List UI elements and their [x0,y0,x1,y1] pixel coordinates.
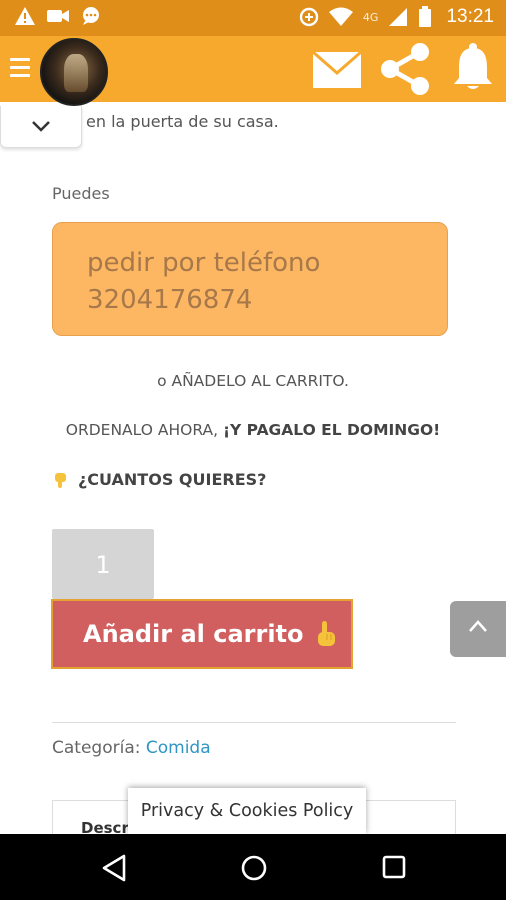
pointing-down-hand-icon [55,472,66,488]
pointing-hand-icon [317,621,335,646]
order-now-text: ORDENALO AHORA, ¡Y PAGALO EL DOMINGO! [0,421,506,439]
puedes-label: Puedes [52,184,110,203]
app-bar [0,36,506,106]
status-bar: 4G 13:21 [0,0,506,36]
back-icon[interactable] [101,854,127,882]
add-to-cart-button[interactable]: Añadir al carrito [51,599,353,669]
scroll-to-top-button[interactable] [450,601,506,657]
order-now-bold: ¡Y PAGALO EL DOMINGO! [222,421,441,439]
recent-apps-icon[interactable] [381,854,407,880]
signal-icon [389,8,408,26]
chevron-down-icon [32,121,50,132]
network-type: 4G [362,10,379,24]
phone-number: 3204176874 [87,285,253,315]
home-icon[interactable] [240,854,268,882]
category: Categoría: Comida [52,738,211,758]
avatar[interactable] [40,38,108,106]
message-icon [83,7,99,25]
privacy-policy-button[interactable]: Privacy & Cookies Policy [128,788,366,834]
warning-icon [15,7,35,25]
quantity-input[interactable]: 1 [52,529,154,599]
order-now-prefix: ORDENALO AHORA, [65,421,223,439]
divider [52,722,456,723]
camera-icon [47,10,69,22]
mail-icon[interactable] [312,51,362,89]
add-to-cart-label: Añadir al carrito [83,620,304,648]
category-link[interactable]: Comida [146,738,211,758]
or-add-text: o AÑADELO AL CARRITO. [157,372,349,390]
how-many-label: ¿CUANTOS QUIERES? [78,470,267,489]
phone-order-label: pedir por teléfono [87,248,321,278]
how-many-heading: ¿CUANTOS QUIERES? [52,470,266,489]
battery-icon [419,6,432,27]
chevron-up-icon [469,620,487,632]
bell-icon[interactable] [452,42,494,92]
data-saver-icon [299,7,319,27]
phone-order-button[interactable]: pedir por teléfono 3204176874 [52,222,448,336]
share-icon[interactable] [380,42,430,96]
wifi-icon [328,7,353,26]
menu-icon[interactable] [10,58,30,80]
collapse-toggle[interactable] [0,106,82,148]
clock: 13:21 [446,6,494,27]
category-label: Categoría: [52,738,146,758]
system-nav-bar [0,834,506,900]
intro-text: en la puerta de su casa. [86,112,279,131]
